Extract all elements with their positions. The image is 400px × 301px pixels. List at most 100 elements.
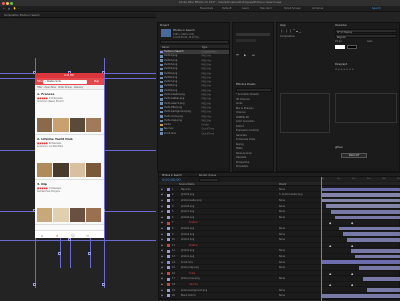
effects-panel-title[interactable]: Effects & Presets <box>236 83 255 86</box>
layer-parent[interactable]: None <box>279 266 317 269</box>
effect-category[interactable]: Matte <box>236 147 243 150</box>
keyframe-icon[interactable]: ◆ <box>329 283 331 287</box>
layer-row[interactable]: ◉ 9 photo4.png None <box>159 232 400 237</box>
project-file-row[interactable]: Scroll.mov QuickTime <box>160 132 229 136</box>
layer-row[interactable]: ◉ 6 photo6.png None <box>159 215 400 221</box>
layer-duration-bar[interactable] <box>351 249 400 253</box>
layer-row[interactable]: ◉ 8 photo5.png None <box>159 226 400 232</box>
workspace-tab[interactable]: Standard <box>260 7 272 10</box>
home-tab-icon[interactable]: ⌂ <box>41 233 44 238</box>
label-color-swatch[interactable] <box>167 221 170 225</box>
label-color-swatch[interactable] <box>167 199 170 203</box>
visibility-eye-icon[interactable]: ◉ <box>161 216 163 219</box>
layer-duration-bar[interactable] <box>326 204 400 208</box>
effect-category[interactable]: Color Correction <box>236 120 255 123</box>
layer-duration-bar[interactable] <box>331 210 400 214</box>
close-window-button[interactable] <box>2 1 5 5</box>
effect-category[interactable]: Channel <box>236 111 245 114</box>
timeline-search-input[interactable] <box>199 178 219 182</box>
layer-name[interactable]: Position <box>189 244 249 247</box>
layer-parent[interactable]: 3. photo-header.png <box>279 193 317 196</box>
layer-row[interactable]: ◉ 12 photo2.png None <box>159 249 400 254</box>
layer-name[interactable]: photo7.png <box>181 210 241 213</box>
layer-row[interactable]: ◉ 15 photo-map.png None <box>159 265 400 271</box>
visibility-eye-icon[interactable]: ◉ <box>161 294 163 297</box>
selection-tool-icon[interactable]: ▲ <box>8 7 10 10</box>
visibility-eye-icon[interactable]: ◉ <box>161 266 163 269</box>
visibility-eye-icon[interactable]: ◉ <box>161 233 163 236</box>
visibility-eye-icon[interactable]: ◉ <box>161 227 163 230</box>
keyframe-icon[interactable]: ◆ <box>329 221 331 225</box>
column-name[interactable]: Name <box>162 46 169 49</box>
search-tab-icon[interactable]: ⌕ <box>56 233 58 238</box>
keyframe-icon[interactable]: ◆ <box>351 244 353 248</box>
effect-category[interactable]: CINEMA 4D <box>236 116 249 119</box>
label-color-swatch[interactable] <box>167 249 170 253</box>
layer-parent[interactable]: None <box>279 205 317 208</box>
layer-name[interactable]: Scale <box>189 272 249 275</box>
workspace-tab[interactable]: Essentials <box>200 7 213 10</box>
label-color-swatch[interactable] <box>167 260 170 264</box>
label-color-swatch[interactable] <box>167 193 170 197</box>
layer-row[interactable]: ◉ 13 photo1.png None <box>159 254 400 260</box>
effect-category[interactable]: Audio <box>236 102 243 105</box>
effect-category[interactable]: Obsolete <box>236 156 246 159</box>
minimize-window-button[interactable] <box>6 1 9 5</box>
layer-name[interactable]: photo-map.png <box>181 266 241 269</box>
result-card[interactable]: 1. Frances ■■■■■ 132 Reviews American (N… <box>35 90 104 135</box>
label-color-swatch[interactable] <box>167 283 170 287</box>
layer-parent[interactable]: None <box>279 294 317 297</box>
project-panel-title[interactable]: Project <box>160 24 169 27</box>
workspace-tab[interactable]: Learn <box>242 7 249 10</box>
more-tab-icon[interactable]: ≡ <box>86 233 89 238</box>
layer-parent[interactable]: None <box>279 277 317 280</box>
visibility-eye-icon[interactable]: ◉ <box>161 193 163 196</box>
layer-parent[interactable]: None <box>279 261 317 264</box>
visibility-eye-icon[interactable]: ◉ <box>161 210 163 213</box>
effects-search-input[interactable] <box>236 88 272 92</box>
visibility-eye-icon[interactable]: ◉ <box>161 283 163 286</box>
effect-category[interactable]: Noise & Grain <box>236 152 252 155</box>
layer-name[interactable]: photo-icons.png <box>181 277 241 280</box>
gifgun-panel-title[interactable]: gifGun <box>335 146 343 149</box>
layer-row[interactable]: ◉ 3 photo-header.png None <box>159 198 400 204</box>
layer-row[interactable]: ◉ 7 Position ◆ ◆ <box>159 221 400 226</box>
skip-forward-icon[interactable]: ⏭ <box>252 53 255 57</box>
layer-parent[interactable]: None <box>279 199 317 202</box>
layer-row[interactable]: ◉ 10 photo3.png None <box>159 237 400 243</box>
layer-name[interactable]: Tap.mov <box>181 188 241 191</box>
hand-tool-icon[interactable]: ✋ <box>13 7 16 10</box>
align-layers-to[interactable]: Composition <box>280 35 295 38</box>
font-size-field[interactable]: 72 px <box>335 40 342 43</box>
composition-tab[interactable]: Composition Photos in Search <box>4 14 40 17</box>
effect-category[interactable]: * Animation Presets <box>236 93 259 96</box>
workspace-tab[interactable]: Small Screen <box>284 7 301 10</box>
layer-duration-bar[interactable] <box>321 193 400 197</box>
timeline-comp-tab[interactable]: Photos in Search <box>162 174 182 177</box>
label-color-swatch[interactable] <box>167 227 170 231</box>
label-color-swatch[interactable] <box>167 204 170 208</box>
label-color-swatch[interactable] <box>167 216 170 219</box>
layer-row[interactable]: ◉ 18 Opacity ◆ ◆ <box>159 282 400 288</box>
layer-name[interactable]: photo2.png <box>181 249 241 252</box>
layer-name[interactable]: photo-background.png <box>181 289 241 292</box>
visibility-eye-icon[interactable]: ◉ <box>161 277 163 280</box>
keyframe-icon[interactable]: ◆ <box>351 283 353 287</box>
align-panel-title[interactable]: Align <box>280 24 286 27</box>
play-icon[interactable]: ▶ <box>244 53 246 57</box>
effect-category[interactable]: Keying <box>236 143 244 146</box>
paragraph-align-icons[interactable]: ≡ ≡ ≡ ≡ ≡ ≡ ≡ <box>335 68 354 71</box>
profile-tab-icon[interactable]: ☺ <box>71 233 75 238</box>
layer-row[interactable]: ◉ 16 Scale ◆ ◆ <box>159 271 400 277</box>
label-color-swatch[interactable] <box>167 272 170 275</box>
layer-name[interactable]: photo-header.png <box>181 199 241 202</box>
layer-row[interactable]: ◉ 19 photo-background.png None <box>159 288 400 293</box>
layer-parent[interactable]: None <box>279 238 317 241</box>
layer-row[interactable]: ◉ 2 photo9.png 3. photo-header.png <box>159 193 400 198</box>
layer-row[interactable]: ◉ 1 Tap.mov None <box>159 187 400 193</box>
home-icon[interactable]: ⌂ <box>3 7 5 10</box>
layer-parent[interactable]: None <box>279 227 317 230</box>
layer-parent[interactable]: None <box>279 233 317 236</box>
visibility-eye-icon[interactable]: ◉ <box>161 255 163 258</box>
character-panel-title[interactable]: Character <box>335 24 347 27</box>
